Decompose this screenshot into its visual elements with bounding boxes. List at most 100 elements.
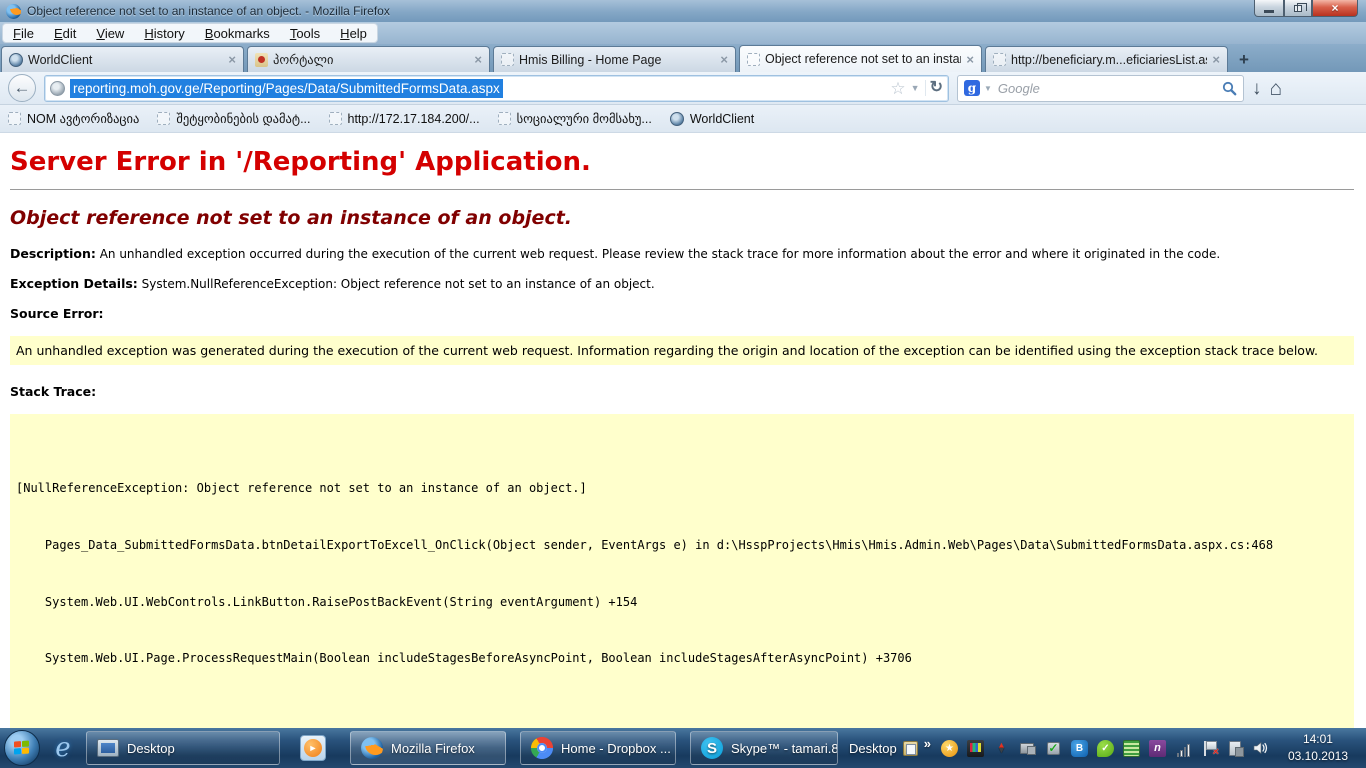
- tray-power-plug-icon[interactable]: [1227, 740, 1244, 757]
- close-button[interactable]: ×: [1312, 0, 1358, 17]
- crest-favicon: [255, 53, 268, 67]
- play-icon: ►: [304, 739, 322, 757]
- search-icon[interactable]: [1222, 81, 1237, 96]
- exception-details-text: System.NullReferenceException: Object re…: [142, 277, 655, 291]
- taskbar-button-desktop[interactable]: Desktop: [86, 731, 280, 765]
- globe-favicon: [670, 112, 684, 126]
- placeholder-favicon: [747, 53, 760, 66]
- tray-onenote-icon[interactable]: n: [1149, 740, 1166, 757]
- tab-hmis-billing[interactable]: Hmis Billing - Home Page ×: [493, 46, 736, 72]
- menu-group: File Edit View History Bookmarks Tools H…: [2, 23, 378, 43]
- back-button[interactable]: ←: [8, 74, 36, 102]
- taskbar-button-firefox[interactable]: Mozilla Firefox: [350, 731, 506, 765]
- desktop-toolbar[interactable]: Desktop »: [849, 741, 931, 756]
- menu-edit[interactable]: Edit: [54, 26, 76, 41]
- bookmark-social-service[interactable]: სოციალური მომსახუ...: [498, 111, 652, 126]
- google-engine-icon[interactable]: g: [964, 80, 980, 96]
- bookmark-label: WorldClient: [690, 112, 754, 126]
- tab-close-icon[interactable]: ×: [228, 53, 236, 66]
- search-engine-dropdown-icon[interactable]: ▼: [984, 84, 992, 93]
- tab-close-icon[interactable]: ×: [1212, 53, 1220, 66]
- tab-close-icon[interactable]: ×: [966, 53, 974, 66]
- search-bar[interactable]: g ▼: [957, 75, 1244, 102]
- tray-network-traffic-icon[interactable]: ▲ ▼: [993, 740, 1010, 757]
- chevron-expand-icon[interactable]: »: [924, 736, 931, 751]
- taskbar-clock[interactable]: 14:01 03.10.2013: [1280, 731, 1356, 766]
- firefox-icon: [6, 4, 21, 19]
- placeholder-favicon: [501, 53, 514, 66]
- source-error-label: Source Error:: [10, 306, 104, 321]
- wmp-tile: ►: [300, 735, 326, 761]
- stack-trace-box: [NullReferenceException: Object referenc…: [10, 414, 1354, 728]
- menu-bookmarks[interactable]: Bookmarks: [205, 26, 270, 41]
- menu-history[interactable]: History: [144, 26, 184, 41]
- taskbar-button-skype[interactable]: S Skype™ - tamari.86: [690, 731, 838, 765]
- tray-grid-app-icon[interactable]: [1123, 740, 1140, 757]
- bookmark-nom[interactable]: NOM ავტორიზაცია: [8, 111, 139, 126]
- tray-devices-icon[interactable]: [1019, 740, 1036, 757]
- clock-time: 14:01: [1288, 731, 1348, 748]
- tab-close-icon[interactable]: ×: [720, 53, 728, 66]
- bookmark-shetyobineba[interactable]: შეტყობინების დამატ...: [157, 111, 310, 126]
- url-bar[interactable]: reporting.moh.gov.ge/Reporting/Pages/Dat…: [44, 75, 949, 102]
- bookmark-star-icon[interactable]: ☆: [890, 80, 905, 97]
- taskbar-button-label: Desktop: [127, 741, 175, 756]
- bookmarks-toolbar: NOM ავტორიზაცია შეტყობინების დამატ... ht…: [0, 105, 1366, 133]
- taskbar-button-label: Skype™ - tamari.86: [731, 741, 838, 756]
- bookmark-label: სოციალური მომსახუ...: [517, 111, 652, 126]
- tray-star-icon[interactable]: ★: [941, 740, 958, 757]
- restore-button[interactable]: [1284, 0, 1312, 17]
- tab-close-icon[interactable]: ×: [474, 53, 482, 66]
- tray-signal-strength-icon[interactable]: [1175, 740, 1192, 757]
- menu-file[interactable]: File: [13, 26, 34, 41]
- windows-logo-icon: [14, 740, 30, 755]
- media-player-icon[interactable]: ►: [296, 731, 330, 765]
- site-identity-globe-icon[interactable]: [50, 81, 65, 96]
- menu-help[interactable]: Help: [340, 26, 367, 41]
- menu-view[interactable]: View: [96, 26, 124, 41]
- tray-security-check-icon[interactable]: ✓: [1045, 740, 1062, 757]
- downloads-icon[interactable]: ↓: [1252, 79, 1262, 98]
- onenote-glyph: n: [1154, 742, 1161, 754]
- tab-title: WorldClient: [28, 53, 223, 67]
- exception-details-label: Exception Details:: [10, 276, 138, 291]
- globe-favicon: [9, 53, 23, 67]
- tray-displays-icon[interactable]: [967, 740, 984, 757]
- description-line: Description: An unhandled exception occu…: [10, 246, 1356, 261]
- taskbar-button-dropbox[interactable]: Home - Dropbox ...: [520, 731, 676, 765]
- placeholder-favicon: [993, 53, 1006, 66]
- url-dropdown-icon[interactable]: ▼: [911, 83, 920, 93]
- window-titlebar: Object reference not set to an instance …: [0, 0, 1366, 22]
- bookmark-worldclient[interactable]: WorldClient: [670, 112, 754, 126]
- tray-bluetooth-icon[interactable]: B: [1071, 740, 1088, 757]
- url-input[interactable]: reporting.moh.gov.ge/Reporting/Pages/Dat…: [70, 79, 503, 98]
- tab-title: Object reference not set to an instanc..…: [765, 52, 961, 66]
- new-tab-button[interactable]: +: [1231, 49, 1257, 70]
- tray-volume-icon[interactable]: [1253, 740, 1270, 757]
- internet-explorer-icon[interactable]: e: [46, 731, 80, 765]
- page-content: Server Error in '/Reporting' Application…: [0, 133, 1366, 728]
- clock-date: 03.10.2013: [1288, 748, 1348, 765]
- tab-title: პორტალი: [273, 52, 469, 67]
- menu-tools[interactable]: Tools: [290, 26, 320, 41]
- tab-server-error-active[interactable]: Object reference not set to an instanc..…: [739, 45, 982, 72]
- tab-worldclient[interactable]: WorldClient ×: [1, 46, 244, 72]
- source-error-line: Source Error:: [10, 306, 1356, 321]
- tab-beneficiary-list[interactable]: http://beneficiary.m...eficiariesList.as…: [985, 46, 1228, 72]
- tray-action-center-flag-icon[interactable]: ×: [1201, 740, 1218, 757]
- menu-bar: File Edit View History Bookmarks Tools H…: [0, 22, 1366, 44]
- start-button[interactable]: [4, 730, 40, 766]
- description-label: Description:: [10, 246, 96, 261]
- tab-bar: WorldClient × პორტალი × Hmis Billing - H…: [0, 44, 1366, 72]
- bookmark-ip-address[interactable]: http://172.17.184.200/...: [329, 112, 480, 126]
- star-glyph: ★: [945, 743, 954, 754]
- placeholder-favicon: [8, 112, 21, 125]
- reload-icon[interactable]: ↻: [925, 80, 943, 96]
- tray-messenger-icon[interactable]: ✓: [1097, 740, 1114, 757]
- tab-portal[interactable]: პორტალი ×: [247, 46, 490, 72]
- home-icon[interactable]: ⌂: [1270, 78, 1283, 99]
- minimize-button[interactable]: [1254, 0, 1284, 17]
- search-input[interactable]: [996, 80, 1218, 97]
- down-arrow-glyph: ▼: [997, 748, 1006, 753]
- ie-glyph: e: [55, 733, 70, 763]
